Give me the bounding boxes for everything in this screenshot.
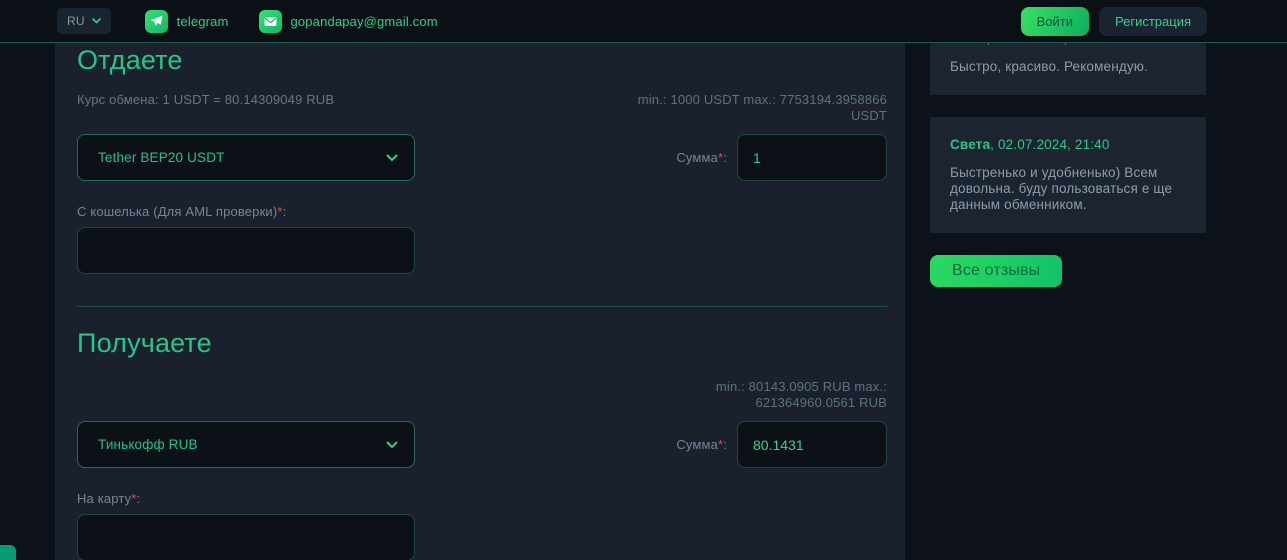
email-icon: [258, 9, 282, 33]
receive-amount-group: Сумма*:: [676, 421, 887, 468]
topbar: RU telegram gopandapay@gmail.com Войти Р…: [0, 0, 1287, 43]
receive-currency-value: Тинькофф RUB: [98, 437, 198, 452]
give-minmax: min.: 1000 USDT max.: 7753194.3958866 US…: [637, 92, 887, 123]
give-section-title: Отдаете: [77, 45, 183, 75]
corner-widget[interactable]: [0, 545, 16, 560]
give-amount-group: Сумма*:: [676, 134, 887, 181]
receive-info-row: min.: 80143.0905 RUB max.: 621364960.056…: [77, 379, 887, 411]
review-card: Света, 02.07.2024, 21:40 Быстренько и уд…: [930, 117, 1206, 233]
give-info-row: Курс обмена: 1 USDT = 80.14309049 RUB mi…: [77, 92, 887, 124]
review-author: Света: [950, 137, 991, 152]
section-divider: [77, 306, 887, 307]
wallet-input[interactable]: [77, 227, 415, 274]
telegram-link[interactable]: telegram: [144, 9, 229, 33]
receive-currency-select[interactable]: Тинькофф RUB: [77, 421, 415, 468]
card-label: На карту*:: [77, 491, 141, 506]
chevron-down-icon: [386, 441, 398, 448]
language-select[interactable]: RU: [57, 8, 111, 34]
receive-minmax: min.: 80143.0905 RUB max.: 621364960.056…: [715, 379, 887, 410]
telegram-icon: [144, 9, 168, 33]
receive-section-title: Получаете: [77, 328, 212, 358]
chevron-down-icon: [386, 154, 398, 161]
review-text: Быстро, красиво. Рекомендую.: [950, 59, 1148, 74]
chevron-down-icon: [91, 18, 101, 24]
wallet-label: С кошелька (Для AML проверки)*:: [77, 204, 287, 219]
card-input[interactable]: [77, 514, 415, 560]
telegram-label: telegram: [176, 13, 229, 29]
receive-section: Получаете min.: 80143.0905 RUB max.: 621…: [77, 328, 887, 560]
give-section: Отдаете Курс обмена: 1 USDT = 80.1430904…: [77, 45, 887, 274]
give-currency-value: Tether BEP20 USDT: [98, 150, 225, 165]
give-controls-row: Tether BEP20 USDT Сумма*:: [77, 134, 887, 181]
register-button[interactable]: Регистрация: [1099, 6, 1207, 36]
review-text: Быстренько и удобненько) Всем довольна. …: [950, 165, 1173, 212]
receive-controls-row: Тинькофф RUB Сумма*:: [77, 421, 887, 468]
email-label: gopandapay@gmail.com: [290, 13, 438, 29]
review-header: Света, 02.07.2024, 21:40: [950, 137, 1186, 153]
give-amount-input[interactable]: [737, 134, 887, 181]
email-link[interactable]: gopandapay@gmail.com: [258, 9, 438, 33]
receive-amount-input[interactable]: [737, 421, 887, 468]
reviews-sidebar: Женя, 03.07.2024, 22:10 Быстро, красиво.…: [930, 11, 1206, 287]
language-label: RU: [67, 14, 85, 28]
review-date: , 02.07.2024, 21:40: [990, 137, 1110, 152]
exchange-form-panel: Отдаете Курс обмена: 1 USDT = 80.1430904…: [55, 43, 905, 560]
exchange-rate: Курс обмена: 1 USDT = 80.14309049 RUB: [77, 92, 335, 107]
give-currency-select[interactable]: Tether BEP20 USDT: [77, 134, 415, 181]
login-button[interactable]: Войти: [1020, 6, 1089, 36]
receive-amount-label: Сумма*:: [676, 437, 727, 452]
give-amount-label: Сумма*:: [676, 150, 727, 165]
all-reviews-button[interactable]: Все отзывы: [930, 255, 1063, 287]
